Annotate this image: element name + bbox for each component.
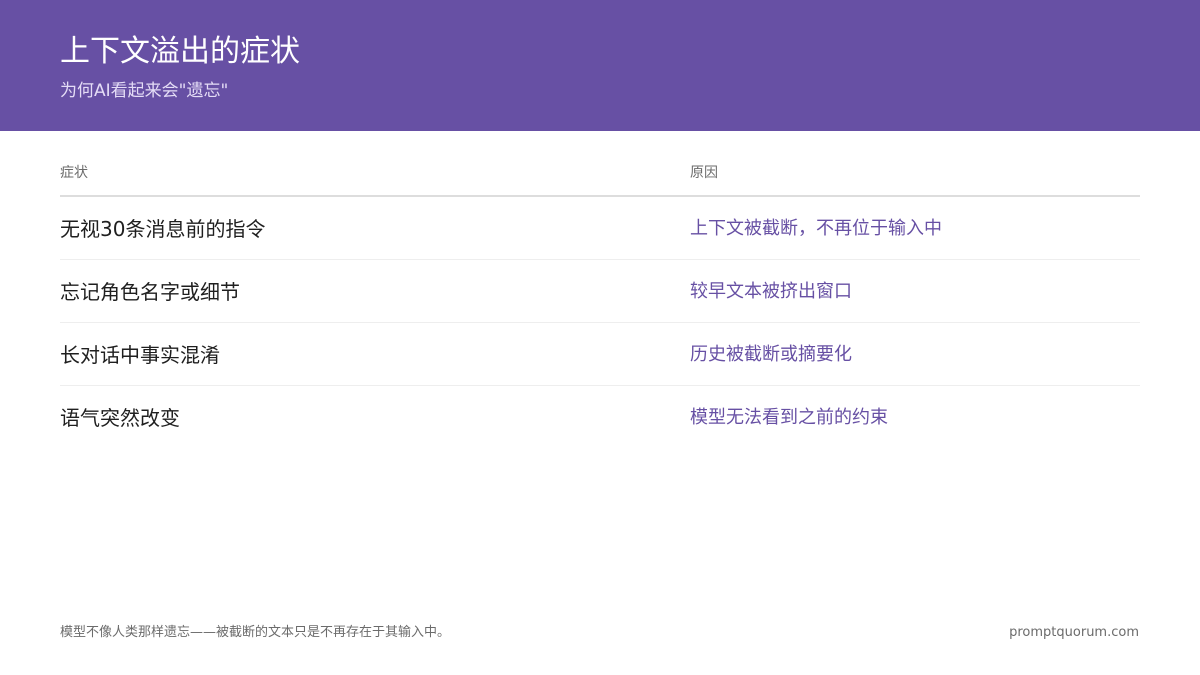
header-banner: 上下文溢出的症状 为何AI看起来会"遗忘" bbox=[0, 0, 1200, 131]
column-header-reason: 原因 bbox=[690, 165, 718, 181]
symptom-cell: 忘记角色名字或细节 bbox=[60, 280, 240, 304]
table-row: 长对话中事实混淆 历史被截断或摘要化 bbox=[60, 323, 1140, 386]
reason-cell: 上下文被截断，不再位于输入中 bbox=[690, 218, 942, 239]
table-row: 语气突然改变 模型无法看到之前的约束 bbox=[60, 386, 1140, 448]
symptom-cell: 语气突然改变 bbox=[60, 406, 180, 430]
footer-note: 模型不像人类那样遗忘——被截断的文本只是不再存在于其输入中。 bbox=[60, 625, 451, 640]
table-row: 忘记角色名字或细节 较早文本被挤出窗口 bbox=[60, 260, 1140, 323]
reason-cell: 历史被截断或摘要化 bbox=[690, 344, 852, 365]
symptom-cell: 无视30条消息前的指令 bbox=[60, 217, 266, 241]
footer-site-link[interactable]: promptquorum.com bbox=[1009, 624, 1139, 642]
reason-cell: 较早文本被挤出窗口 bbox=[690, 281, 852, 302]
page-title: 上下文溢出的症状 bbox=[60, 34, 300, 69]
symptom-cell: 长对话中事实混淆 bbox=[60, 343, 220, 367]
column-header-symptom: 症状 bbox=[60, 165, 88, 181]
table-header: 症状 原因 bbox=[60, 156, 1140, 197]
reason-cell: 模型无法看到之前的约束 bbox=[690, 407, 888, 428]
symptom-table: 症状 原因 无视30条消息前的指令 上下文被截断，不再位于输入中 忘记角色名字或… bbox=[60, 156, 1140, 448]
table-row: 无视30条消息前的指令 上下文被截断，不再位于输入中 bbox=[60, 197, 1140, 260]
page-subtitle: 为何AI看起来会"遗忘" bbox=[60, 81, 229, 101]
